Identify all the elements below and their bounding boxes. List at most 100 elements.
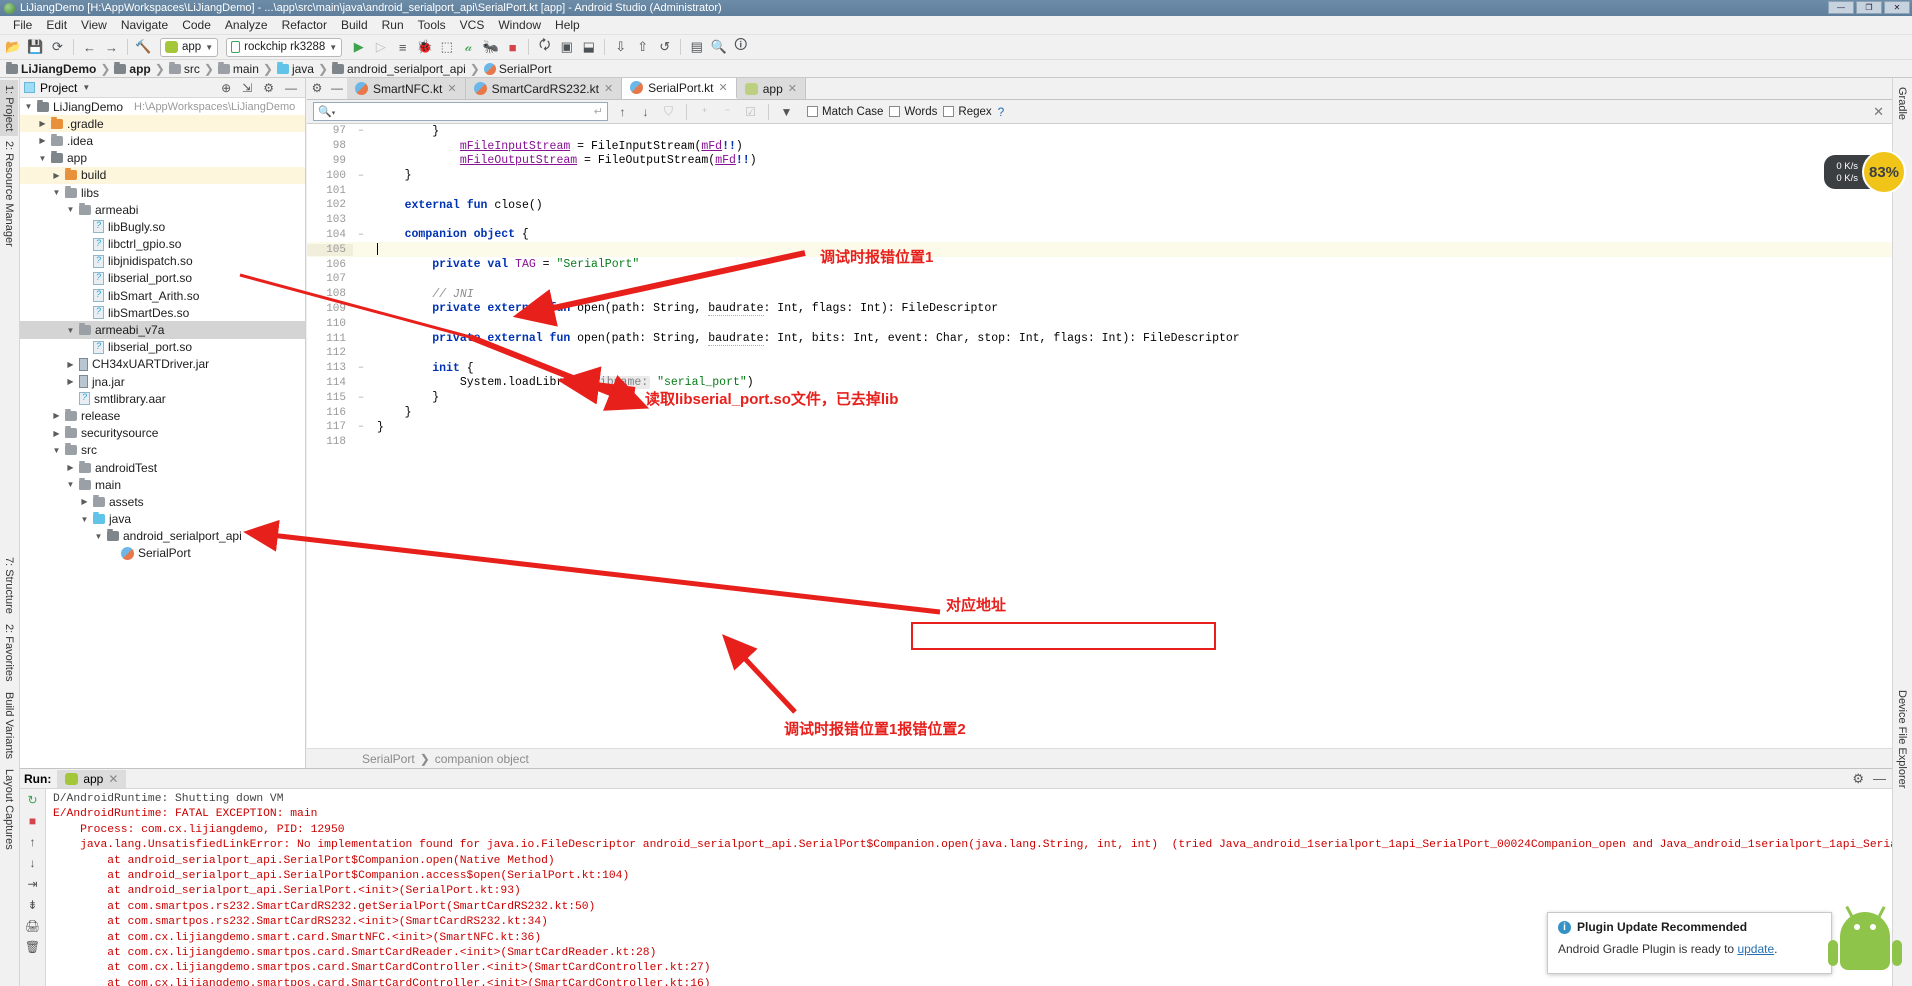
minimize-icon[interactable]: — [1873,771,1886,787]
down-icon[interactable]: ↓ [30,856,36,870]
menu-tools[interactable]: Tools [411,17,453,33]
tool-window-build-variants[interactable]: Build Variants [0,687,18,764]
project-tree-item[interactable]: ▼ main [20,476,305,493]
stop-icon[interactable]: ■ [29,814,36,828]
project-tree-item[interactable]: ▶ CH34xUARTDriver.jar [20,356,305,373]
expand-triangle-icon[interactable]: ▶ [52,429,61,438]
editor-tab-smartnfc[interactable]: SmartNFC.kt ✕ [347,78,466,99]
menu-refactor[interactable]: Refactor [275,17,334,33]
code-line[interactable]: 114 System.loadLibrary(libname: "serial_… [307,376,1892,391]
project-tree-item[interactable]: ▶ securitysource [20,425,305,442]
code-line[interactable]: 107 [307,272,1892,287]
status-breadcrumb-class[interactable]: SerialPort [362,752,415,766]
code-line[interactable]: 97− } [307,124,1892,139]
tool-window-project[interactable]: 1: Project [0,80,18,137]
back-arrow-icon[interactable]: ← [80,38,99,57]
breadcrumb-item-src[interactable]: src [168,61,200,76]
project-tree[interactable]: ▼ LiJiangDemo H:\AppWorkspaces\LiJiangDemo… [20,98,305,562]
rerun-icon[interactable]: ↻ [27,793,37,807]
editor-tab-app[interactable]: app ✕ [736,78,806,99]
close-icon[interactable]: ✕ [719,81,728,94]
expand-triangle-icon[interactable]: ▼ [80,515,89,524]
run-panel-actions[interactable]: ⚙ — [1852,771,1886,787]
close-icon[interactable]: ✕ [1873,104,1884,120]
fold-marker-icon[interactable]: − [353,230,369,240]
collapse-all-icon[interactable]: ⇲ [242,81,252,95]
menu-run[interactable]: Run [375,17,411,33]
search-input[interactable]: 🔍▾ ↵ [313,102,608,121]
android-debug-icon[interactable]: 🐜 [481,38,500,57]
update-link[interactable]: update [1737,942,1774,956]
add-line-icon[interactable]: ⁺ [696,103,713,120]
project-tree-item[interactable]: ▼ java [20,511,305,528]
close-icon[interactable]: ✕ [788,82,797,95]
menu-code[interactable]: Code [175,17,218,33]
select-lines-icon[interactable]: ☑ [742,103,759,120]
expand-triangle-icon[interactable]: ▼ [94,532,103,541]
editor-status-breadcrumb[interactable]: SerialPort ❯ companion object [307,748,1892,768]
profiler-icon[interactable]: 𝒶 [459,38,478,57]
tool-window-gradle[interactable]: Gradle [1893,82,1911,125]
project-tree-item[interactable]: ▶ build [20,166,305,184]
words-checkbox[interactable]: Words [889,106,937,118]
code-line[interactable]: 111 private external fun open(path: Stri… [307,331,1892,347]
status-breadcrumb-member[interactable]: companion object [435,752,529,766]
project-tree-item[interactable]: ▶ jna.jar [20,373,305,390]
project-tree-item[interactable]: SerialPort [20,545,305,562]
menu-navigate[interactable]: Navigate [114,17,175,33]
fold-marker-icon[interactable]: − [353,363,369,373]
menu-file[interactable]: File [6,17,39,33]
project-tree-item[interactable]: ▶ release [20,407,305,424]
run-button[interactable]: ▶ [349,38,368,57]
editor-tab-smartcardrs232[interactable]: SmartCardRS232.kt ✕ [465,78,623,99]
project-tree-item[interactable]: ▼ app [20,150,305,167]
code-line[interactable]: 112 [307,346,1892,361]
menu-edit[interactable]: Edit [39,17,74,33]
code-line[interactable]: 102 external fun close() [307,198,1892,213]
close-icon[interactable]: ✕ [604,82,613,95]
close-icon[interactable]: ✕ [447,82,456,95]
expand-triangle-icon[interactable]: ▶ [80,497,89,506]
menu-window[interactable]: Window [491,17,548,33]
forward-arrow-icon[interactable]: → [102,38,121,57]
code-line[interactable]: 116 } [307,405,1892,420]
fold-marker-icon[interactable]: − [353,126,369,136]
sync-gradle-icon[interactable]: 🗘 [535,37,554,57]
menu-help[interactable]: Help [548,17,587,33]
find-help-link[interactable]: ? [998,105,1005,119]
help-badge-icon[interactable]: 🛈 [731,37,750,57]
project-panel-header[interactable]: Project ▼ ⊕ ⇲ ⚙ — [20,78,305,98]
code-line[interactable]: 99 mFileOutputStream = FileOutputStream(… [307,154,1892,169]
project-tree-item[interactable]: ▶ androidTest [20,459,305,476]
menu-analyze[interactable]: Analyze [218,17,275,33]
breadcrumb-item-main[interactable]: main [217,61,259,76]
breadcrumb-item-lijiangdemo[interactable]: LiJiangDemo [6,61,96,76]
open-folder-icon[interactable]: 📂 [4,38,23,57]
code-editor[interactable]: 97− } 98 mFileInputStream = FileInputStre… [307,124,1892,748]
run-with-coverage-icon[interactable]: ≡ [393,38,412,57]
tool-window-resource-manager[interactable]: 2: Resource Manager [0,136,18,252]
menu-bar[interactable]: File Edit View Navigate Code Analyze Ref… [0,16,1912,35]
code-line[interactable]: 103 [307,213,1892,228]
checkbox-icon[interactable] [807,106,818,117]
match-case-checkbox[interactable]: Match Case [807,106,883,118]
menu-vcs[interactable]: VCS [453,17,492,33]
project-tree-item[interactable]: ▼ libs [20,184,305,201]
layout-inspector-icon[interactable]: ▤ [687,38,706,57]
project-tree-item[interactable]: ▶ .idea [20,132,305,149]
code-line[interactable]: 108 // JNI [307,287,1892,302]
tool-window-favorites[interactable]: 2: Favorites [0,619,18,686]
scroll-to-end-icon[interactable]: ⇟ [27,898,37,912]
project-tree-item[interactable]: ▼ android_serialport_api [20,528,305,545]
regex-checkbox[interactable]: Regex [943,106,992,118]
expand-triangle-icon[interactable]: ▶ [66,360,75,369]
code-line[interactable]: 117−} [307,420,1892,435]
debug-button[interactable]: 🐞 [415,38,434,57]
tool-window-structure[interactable]: 7: Structure [0,552,18,619]
vcs-history-icon[interactable]: ↺ [655,38,674,57]
close-icon[interactable]: ✕ [108,772,118,786]
code-line[interactable]: 109 private external fun open(path: Stri… [307,302,1892,317]
apply-changes-icon[interactable]: ▷ [371,38,390,57]
breadcrumb-item-app[interactable]: app [114,61,151,76]
maximize-button[interactable]: ❐ [1856,1,1882,14]
